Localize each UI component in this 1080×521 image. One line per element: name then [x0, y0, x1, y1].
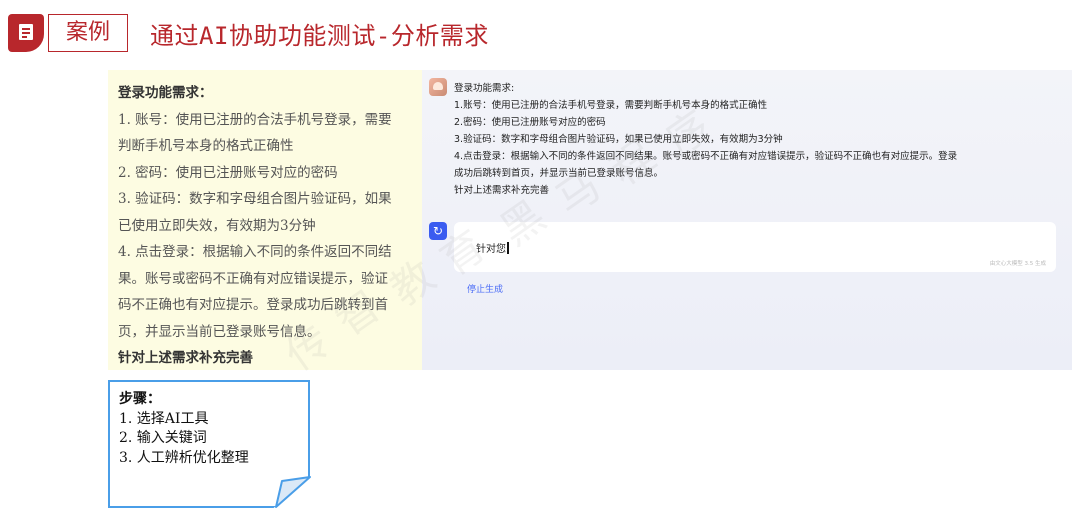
- step-item: 1. 选择AI工具: [119, 410, 209, 427]
- step-item: 3. 人工辨析优化整理: [119, 449, 249, 466]
- requirements-panel: 登录功能需求： 1. 账号：使用已注册的合法手机号登录，需要 判断手机号本身的格…: [108, 70, 423, 370]
- ai-bot-icon: ↻: [429, 222, 447, 240]
- user-message-line: 登录功能需求:: [454, 83, 515, 94]
- stop-generating-button[interactable]: 停止生成: [467, 282, 503, 295]
- requirement-line: 页，并显示当前已登录账号信息。: [118, 323, 321, 340]
- requirement-line: 4. 点击登录：根据输入不同的条件返回不同结: [118, 244, 392, 260]
- user-message: 登录功能需求: 1.账号：使用已注册的合法手机号登录，需要判断手机号本身的格式正…: [454, 80, 1064, 199]
- case-document-icon: [8, 14, 44, 52]
- steps-heading: 步骤：: [119, 391, 161, 407]
- requirement-line: 3. 验证码：数字和字母组合图片验证码，如果: [118, 191, 392, 207]
- ai-reply-text: 针对您: [476, 240, 509, 255]
- requirement-line: 果。账号或密码不正确有对应错误提示，验证: [118, 270, 388, 287]
- user-message-line: 2.密码：使用已注册账号对应的密码: [454, 117, 606, 128]
- user-message-line: 1.账号：使用已注册的合法手机号登录，需要判断手机号本身的格式正确性: [454, 100, 768, 111]
- requirements-footer: 针对上述需求补充完善: [118, 350, 253, 366]
- ai-chat-screenshot: 登录功能需求: 1.账号：使用已注册的合法手机号登录，需要判断手机号本身的格式正…: [422, 70, 1072, 370]
- requirement-line: 判断手机号本身的格式正确性: [118, 138, 294, 154]
- slide-title: 通过AI协助功能测试-分析需求: [150, 22, 489, 50]
- typing-cursor: [507, 242, 509, 254]
- user-avatar: [429, 78, 447, 96]
- requirement-line: 2. 密码：使用已注册账号对应的密码: [118, 164, 338, 181]
- user-message-line: 成功后跳转到首页，并显示当前已登录账号信息。: [454, 168, 664, 179]
- requirement-line: 已使用立即失效，有效期为3分钟: [118, 217, 316, 234]
- step-item: 2. 输入关键词: [119, 430, 207, 446]
- case-tag: 案例: [48, 14, 128, 52]
- user-message-line: 针对上述需求补充完善: [454, 185, 550, 196]
- requirements-heading: 登录功能需求：: [118, 85, 213, 101]
- requirement-line: 1. 账号：使用已注册的合法手机号登录，需要: [118, 111, 392, 128]
- user-message-line: 4.点击登录：根据输入不同的条件返回不同结果。账号或密码不正确有对应错误提示，验…: [454, 151, 958, 162]
- requirement-line: 码不正确也有对应提示。登录成功后跳转到首: [118, 297, 388, 313]
- note-folded-corner-icon: [275, 476, 311, 508]
- generated-by-note: 由文心大模型 3.5 生成: [989, 261, 1046, 267]
- ai-reply-bubble: 针对您 由文心大模型 3.5 生成: [454, 222, 1056, 272]
- user-message-line: 3.验证码：数字和字母组合图片验证码，如果已使用立即失效，有效期为3分钟: [454, 134, 783, 145]
